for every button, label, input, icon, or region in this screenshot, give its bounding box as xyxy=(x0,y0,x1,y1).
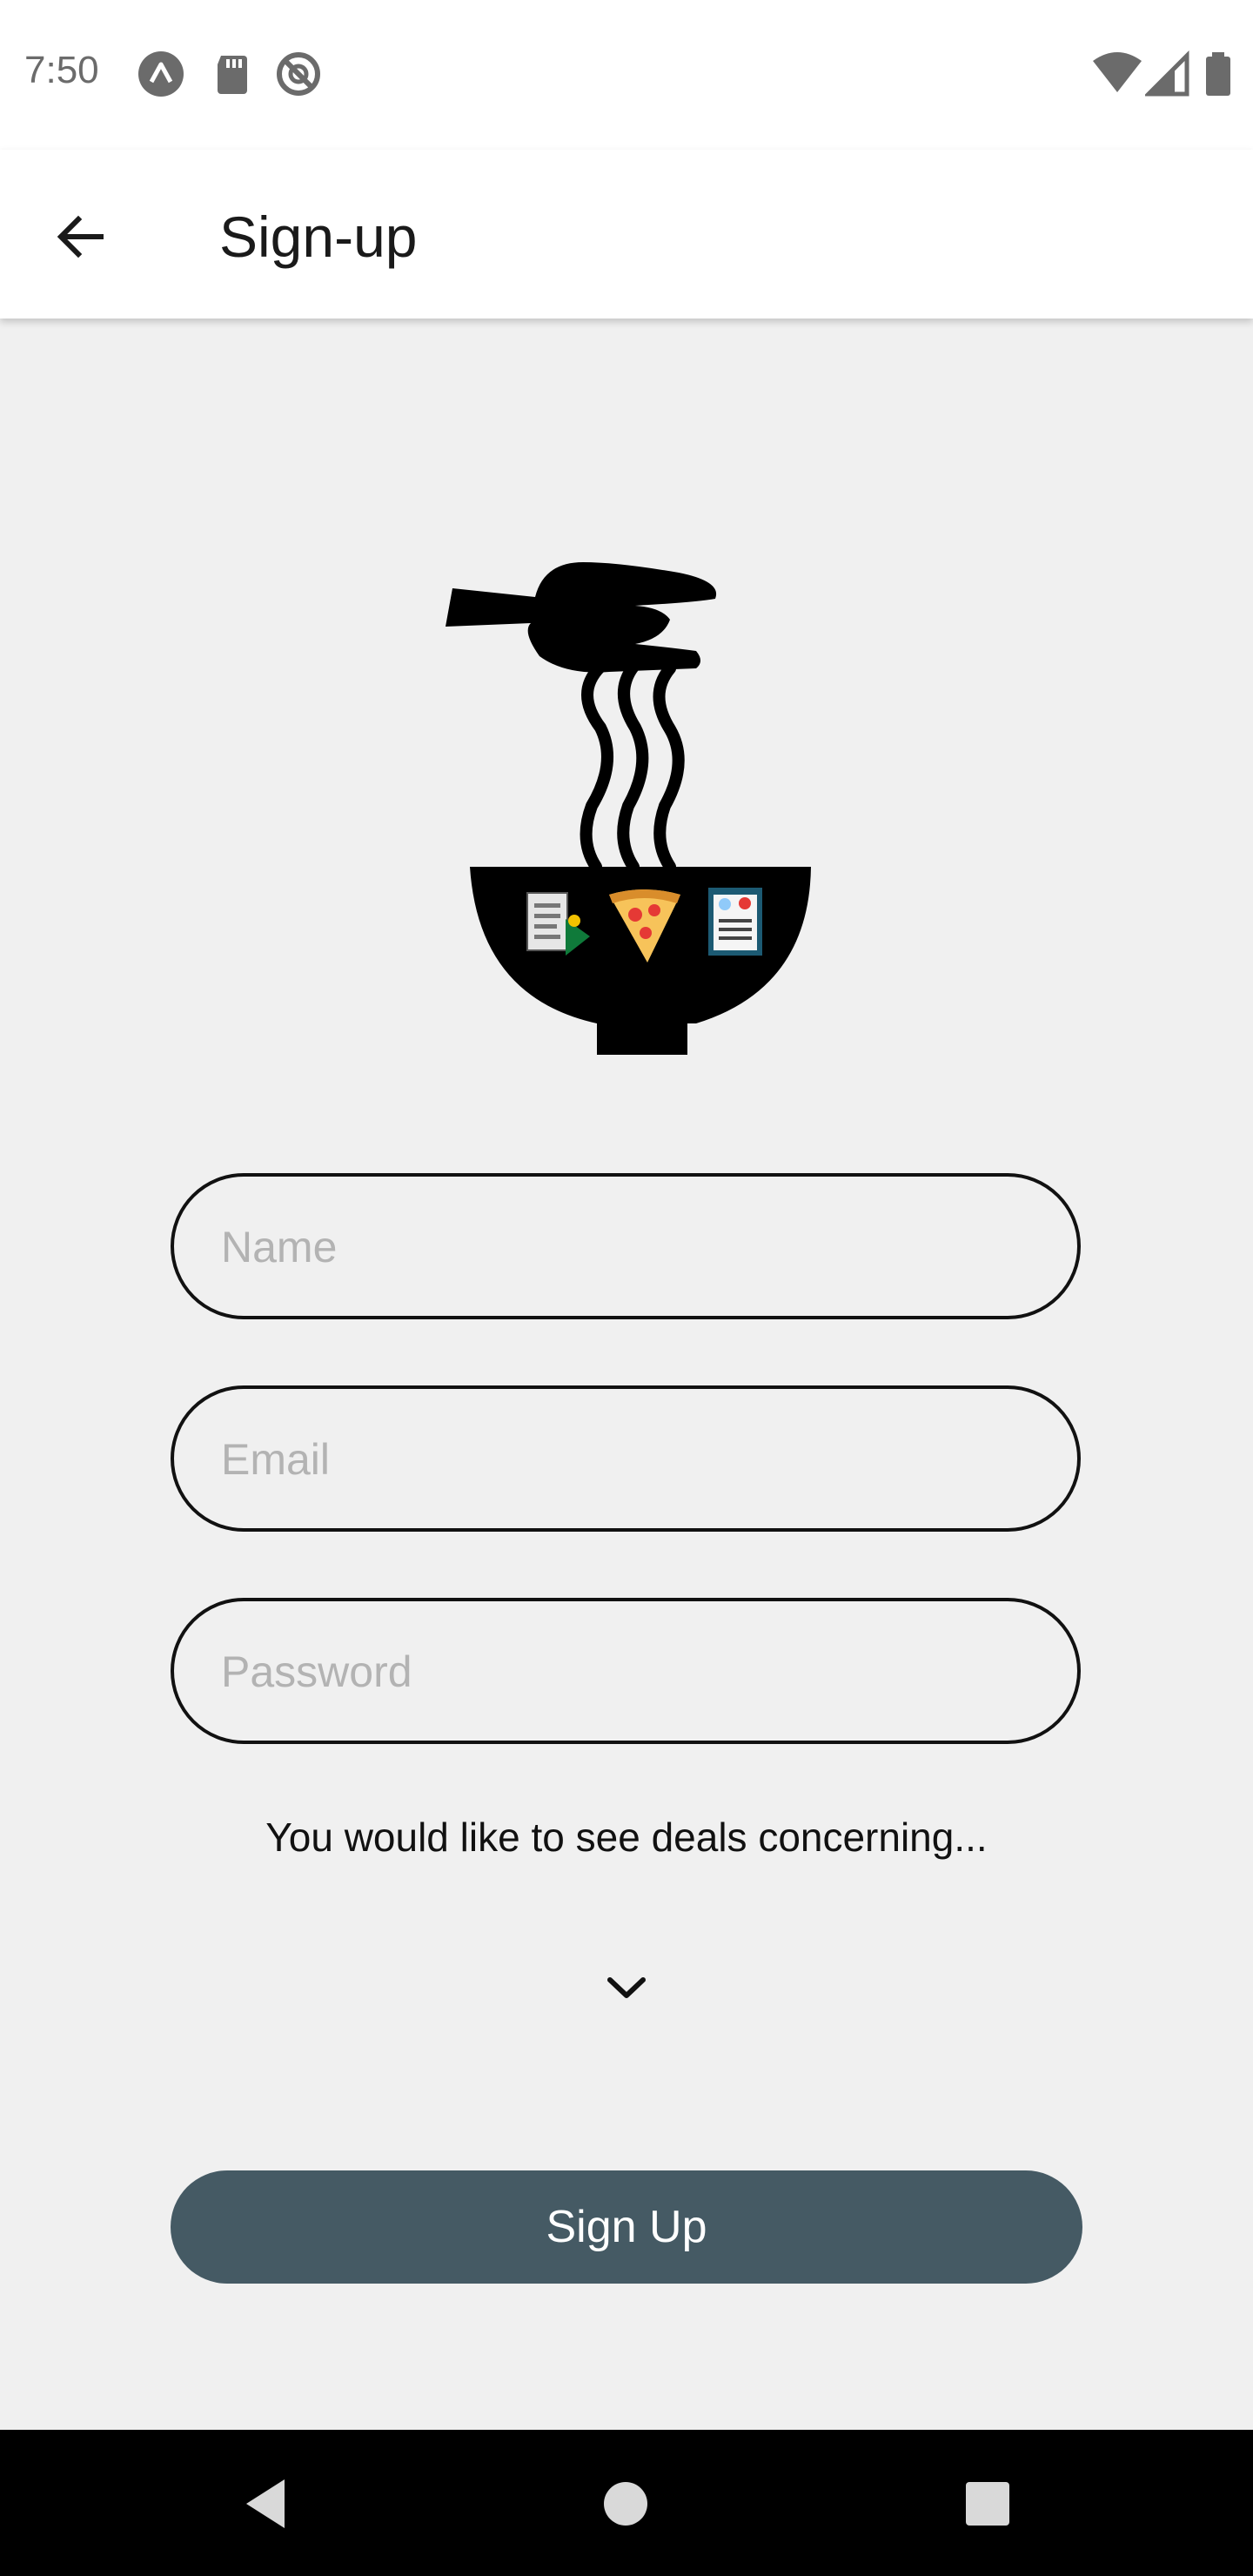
battery-icon xyxy=(1201,50,1236,97)
signup-button-label: Sign Up xyxy=(546,2202,707,2252)
deals-prompt: You would like to see deals concerning..… xyxy=(265,1815,988,1860)
noodle-bowl-logo xyxy=(435,553,835,1076)
sd-card-icon xyxy=(209,50,256,97)
app-bar: Sign-up xyxy=(0,150,1253,319)
nav-home-button[interactable] xyxy=(586,2465,665,2543)
nav-recents-button[interactable] xyxy=(948,2465,1027,2543)
page-title: Sign-up xyxy=(219,205,418,269)
cell-signal-icon xyxy=(1142,50,1192,97)
status-time: 7:50 xyxy=(24,49,99,91)
back-button[interactable] xyxy=(37,193,124,280)
signup-button[interactable]: Sign Up xyxy=(171,2170,1082,2284)
email-input[interactable] xyxy=(219,1389,1041,1530)
home-icon xyxy=(604,2482,647,2526)
deals-dropdown[interactable] xyxy=(592,1958,661,2019)
name-input[interactable] xyxy=(219,1177,1041,1318)
do-not-disturb-icon xyxy=(275,50,322,97)
name-field-container xyxy=(171,1173,1081,1319)
wifi-icon xyxy=(1091,50,1143,97)
chevron-down-icon xyxy=(607,1977,646,1998)
arrow-back-icon xyxy=(57,215,104,258)
nav-back-button[interactable] xyxy=(226,2465,305,2543)
a-icon xyxy=(137,50,184,97)
recents-icon xyxy=(966,2482,1009,2526)
email-field-container xyxy=(171,1385,1081,1532)
system-nav-bar xyxy=(0,2430,1253,2576)
back-icon xyxy=(246,2479,285,2528)
password-input[interactable] xyxy=(219,1601,1041,1742)
status-bar: 7:50 xyxy=(0,0,1253,150)
password-field-container xyxy=(171,1598,1081,1744)
